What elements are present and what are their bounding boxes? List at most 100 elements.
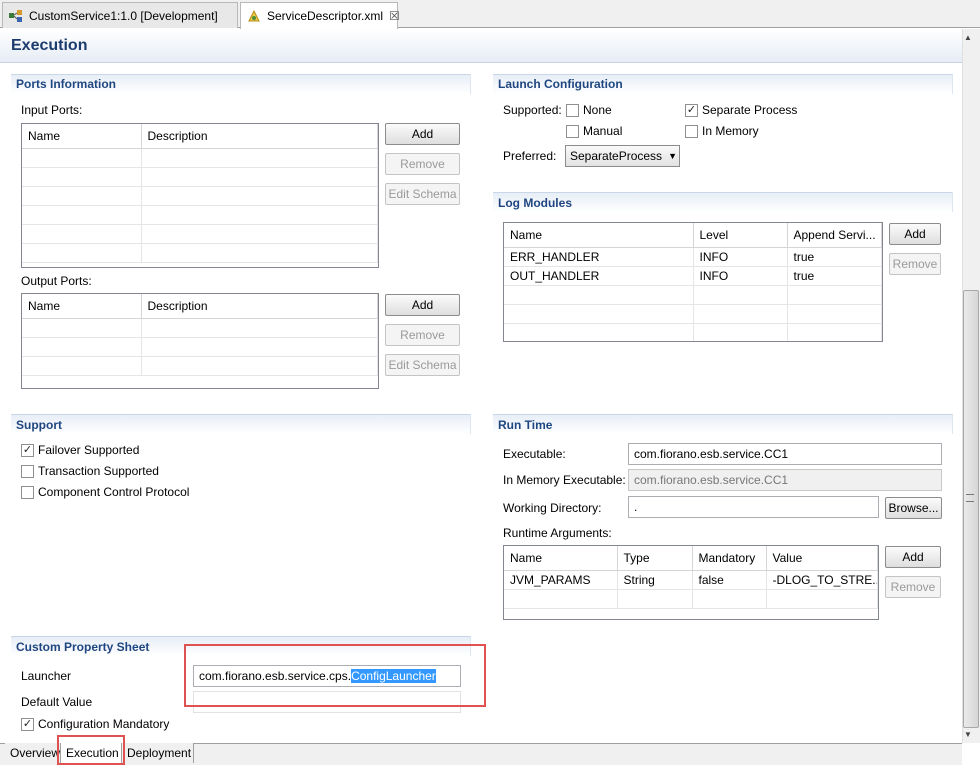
table-cell: ERR_HANDLER	[504, 247, 694, 267]
input-edit-schema-button[interactable]: Edit Schema	[385, 183, 460, 205]
table-row[interactable]: JVM_PARAMS String false -DLOG_TO_STRE...	[504, 570, 878, 590]
launch-inmemory-checkbox[interactable]: In Memory	[685, 124, 759, 138]
checkbox-unchecked-icon[interactable]	[21, 485, 34, 499]
log-add-button[interactable]: Add	[889, 223, 941, 245]
launch-none-label: None	[583, 103, 612, 117]
input-remove-button[interactable]: Remove	[385, 153, 460, 175]
checkbox-unchecked-icon[interactable]	[566, 124, 579, 138]
log-modules-table[interactable]: Name Level Append Servi... ERR_HANDLER I…	[503, 222, 883, 342]
table-cell: false	[692, 570, 767, 590]
preferred-select[interactable]: SeparateProcess ▼	[565, 145, 680, 167]
scroll-down-icon[interactable]: ▼	[964, 730, 972, 739]
section-launch-title[interactable]: Launch Configuration	[498, 77, 623, 91]
workdir-input[interactable]: .	[628, 496, 879, 518]
log-remove-button[interactable]: Remove	[889, 253, 941, 275]
launch-separate-checkbox[interactable]: ✓ Separate Process	[685, 103, 797, 117]
tab-service-descriptor-label: ServiceDescriptor.xml	[267, 9, 384, 23]
checkbox-checked-icon[interactable]: ✓	[21, 717, 34, 731]
control-protocol-label: Component Control Protocol	[38, 485, 190, 499]
browse-button[interactable]: Browse...	[885, 497, 942, 519]
failover-checkbox[interactable]: ✓ Failover Supported	[21, 443, 139, 457]
scroll-up-icon[interactable]: ▲	[964, 33, 972, 42]
column-header-level[interactable]: Level	[693, 223, 788, 248]
launch-inmemory-label: In Memory	[702, 124, 759, 138]
component-icon	[9, 9, 23, 22]
table-cell: -DLOG_TO_STRE...	[766, 570, 878, 590]
section-support-title[interactable]: Support	[16, 418, 62, 432]
default-value-label: Default Value	[21, 695, 93, 709]
section-ports-title[interactable]: Ports Information	[16, 77, 116, 91]
output-remove-button[interactable]: Remove	[385, 324, 460, 346]
scrollbar-thumb[interactable]	[963, 290, 979, 728]
checkbox-checked-icon[interactable]: ✓	[21, 443, 34, 457]
input-add-button[interactable]: Add	[385, 123, 460, 145]
column-header-append[interactable]: Append Servi...	[787, 223, 882, 248]
executable-label: Executable:	[503, 447, 566, 461]
args-add-button[interactable]: Add	[885, 546, 941, 568]
config-mandatory-checkbox[interactable]: ✓ Configuration Mandatory	[21, 717, 169, 731]
config-mandatory-label: Configuration Mandatory	[38, 717, 170, 731]
runtime-args-table[interactable]: Name Type Mandatory Value JVM_PARAMS Str…	[503, 545, 879, 620]
tab-service-descriptor[interactable]: ServiceDescriptor.xml ☒	[240, 2, 400, 29]
workdir-label: Working Directory:	[503, 501, 602, 515]
table-cell: String	[617, 570, 693, 590]
scroll-grip-icon	[966, 494, 974, 502]
transaction-checkbox[interactable]: Transaction Supported	[21, 464, 159, 478]
column-header-name[interactable]: Name	[22, 294, 142, 319]
checkbox-unchecked-icon[interactable]	[21, 464, 34, 478]
table-cell: true	[787, 266, 882, 286]
form-header	[0, 29, 962, 63]
transaction-label: Transaction Supported	[38, 464, 159, 478]
launch-manual-label: Manual	[583, 124, 623, 138]
output-edit-schema-button[interactable]: Edit Schema	[385, 354, 460, 376]
section-runtime-title[interactable]: Run Time	[498, 418, 552, 432]
inmem-executable-label: In Memory Executable:	[503, 473, 626, 487]
highlight-box	[184, 644, 486, 707]
table-cell: true	[787, 247, 882, 267]
table-cell: INFO	[693, 247, 788, 267]
table-cell: INFO	[693, 266, 788, 286]
checkbox-checked-icon[interactable]: ✓	[685, 103, 698, 117]
preferred-label: Preferred:	[503, 149, 557, 163]
tab-overview[interactable]: Overview	[5, 743, 61, 763]
section-support-bar	[11, 414, 471, 434]
output-ports-label: Output Ports:	[21, 274, 92, 288]
args-remove-button[interactable]: Remove	[885, 576, 941, 598]
input-ports-table[interactable]: Name Description	[21, 123, 379, 268]
tab-deployment[interactable]: Deployment	[122, 743, 194, 763]
table-row[interactable]: OUT_HANDLER INFO true	[504, 266, 882, 286]
tab-custom-service[interactable]: CustomService1:1.0 [Development]	[2, 2, 238, 28]
table-cell: JVM_PARAMS	[504, 570, 618, 590]
preferred-value: SeparateProcess	[570, 149, 663, 163]
chevron-down-icon: ▼	[668, 151, 677, 161]
launch-manual-checkbox[interactable]: Manual	[566, 124, 622, 138]
page-title: Execution	[11, 37, 88, 54]
launcher-label: Launcher	[21, 669, 72, 683]
control-protocol-checkbox[interactable]: Component Control Protocol	[21, 485, 189, 499]
section-custom-property-title[interactable]: Custom Property Sheet	[16, 640, 149, 654]
column-header-value[interactable]: Value	[766, 546, 878, 571]
output-add-button[interactable]: Add	[385, 294, 460, 316]
column-header-name[interactable]: Name	[22, 124, 142, 149]
close-icon[interactable]: ☒	[389, 9, 400, 23]
table-row[interactable]: ERR_HANDLER INFO true	[504, 247, 882, 267]
launch-none-checkbox[interactable]: None	[566, 103, 612, 117]
executable-input[interactable]: com.fiorano.esb.service.CC1	[628, 443, 942, 465]
column-header-name[interactable]: Name	[504, 223, 694, 248]
checkbox-unchecked-icon[interactable]	[566, 103, 579, 117]
column-header-type[interactable]: Type	[617, 546, 693, 571]
section-log-modules-title[interactable]: Log Modules	[498, 196, 572, 210]
inmem-executable-input[interactable]: com.fiorano.esb.service.CC1	[628, 469, 942, 491]
failover-label: Failover Supported	[38, 443, 140, 457]
column-header-description[interactable]: Description	[141, 124, 378, 149]
supported-label: Supported:	[503, 103, 562, 117]
column-header-description[interactable]: Description	[141, 294, 378, 319]
output-ports-table[interactable]: Name Description	[21, 293, 379, 389]
column-header-mandatory[interactable]: Mandatory	[692, 546, 767, 571]
launch-separate-label: Separate Process	[702, 103, 798, 117]
checkbox-unchecked-icon[interactable]	[685, 124, 698, 138]
execution-tab-highlight	[57, 735, 125, 765]
tab-custom-service-label: CustomService1:1.0 [Development]	[29, 8, 218, 23]
section-runtime-bar	[493, 414, 953, 434]
column-header-name[interactable]: Name	[504, 546, 618, 571]
